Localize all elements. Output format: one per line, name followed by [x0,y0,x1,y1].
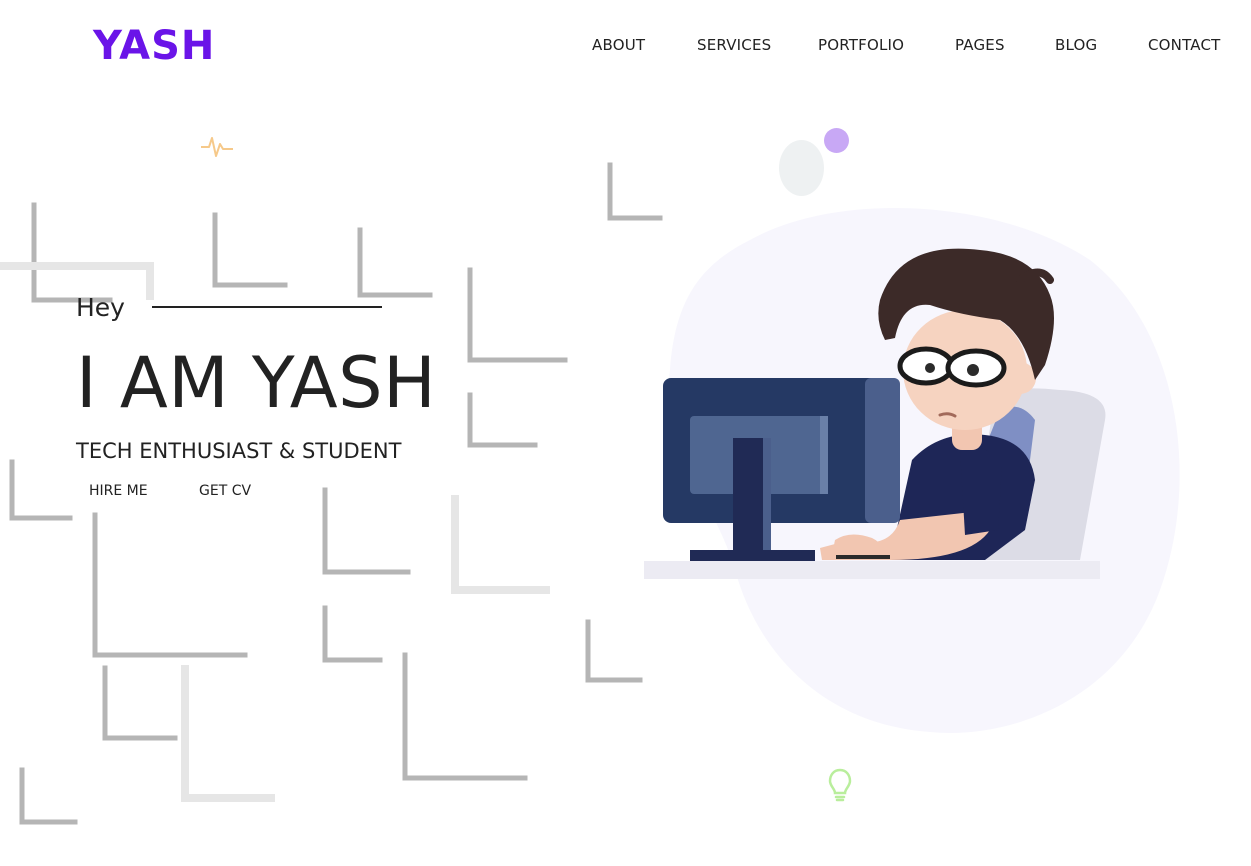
nav-link-pages[interactable]: PAGES [955,36,1005,54]
greeting-underline [152,306,382,308]
developer-illustration [644,207,1180,733]
hero-tagline: TECH ENTHUSIAST & STUDENT [76,439,402,463]
nav-link-about[interactable]: ABOUT [592,36,645,54]
nav-link-services[interactable]: SERVICES [697,36,771,54]
get-cv-button[interactable]: GET CV [199,481,251,501]
pulse-icon [201,137,233,157]
nav-link-contact[interactable]: CONTACT [1148,36,1221,54]
main-nav: ABOUT SERVICES PORTFOLIO PAGES BLOG CONT… [0,36,1251,58]
hero-greeting: Hey [76,293,125,322]
hero-headline: I AM YASH [76,342,437,424]
lightbulb-icon [828,768,852,802]
nav-link-blog[interactable]: BLOG [1055,36,1097,54]
background-pattern [0,162,663,825]
hire-me-button[interactable]: HIRE ME [89,481,148,501]
nav-link-portfolio[interactable]: PORTFOLIO [818,36,904,54]
